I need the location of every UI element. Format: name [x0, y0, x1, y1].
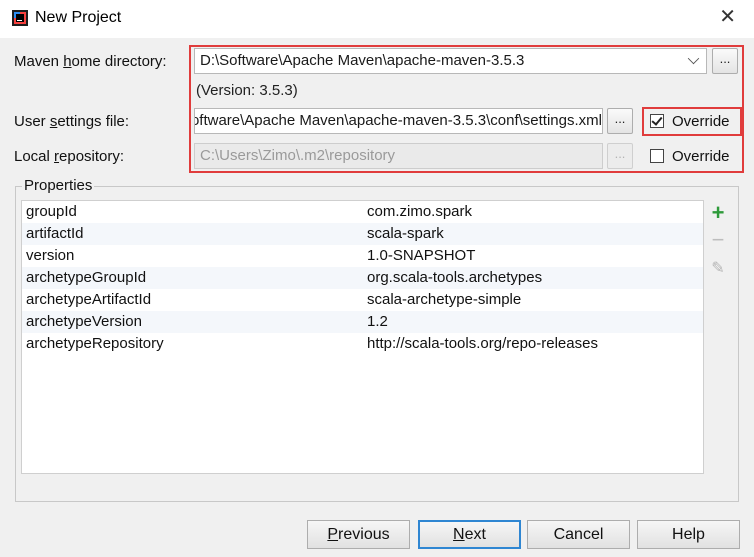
- local-repository-field: C:\Users\Zimo\.m2\repository: [194, 143, 603, 169]
- local-repository-browse-button: ...: [607, 143, 633, 169]
- property-value: org.scala-tools.archetypes: [367, 269, 543, 286]
- next-button[interactable]: Next: [418, 520, 521, 549]
- property-key: archetypeArtifactId: [26, 291, 152, 308]
- user-settings-field[interactable]: D:\Software\Apache Maven\apache-maven-3.…: [194, 108, 603, 134]
- settings-override-checkbox[interactable]: Override: [650, 110, 730, 132]
- property-value: 1.0-SNAPSHOT: [367, 247, 476, 264]
- remove-property-icon: −: [711, 227, 725, 252]
- previous-button[interactable]: Previous: [307, 520, 410, 549]
- edit-property-icon: ✎: [711, 260, 725, 277]
- table-row[interactable]: archetypeVersion 1.2: [22, 311, 703, 333]
- close-icon[interactable]: ✕: [719, 7, 736, 27]
- property-value: http://scala-tools.org/repo-releases: [367, 335, 598, 352]
- repository-override-checkbox[interactable]: Override: [650, 145, 730, 167]
- property-key: archetypeGroupId: [26, 269, 147, 286]
- repository-override-label: Override: [672, 147, 730, 165]
- table-row[interactable]: archetypeRepository http://scala-tools.o…: [22, 333, 703, 355]
- title-bar: New Project ✕: [0, 0, 754, 38]
- help-button[interactable]: Help: [637, 520, 740, 549]
- intellij-app-icon: [12, 10, 28, 26]
- chevron-down-icon[interactable]: [687, 52, 700, 65]
- property-value: 1.2: [367, 313, 388, 330]
- user-settings-value: D:\Software\Apache Maven\apache-maven-3.…: [194, 112, 602, 129]
- table-row[interactable]: groupId com.zimo.spark: [22, 201, 703, 223]
- property-key: archetypeVersion: [26, 313, 142, 330]
- properties-table: groupId com.zimo.spark artifactId scala-…: [21, 200, 704, 474]
- property-key: version: [26, 247, 75, 264]
- local-repository-value: C:\Users\Zimo\.m2\repository: [200, 147, 396, 164]
- property-key: archetypeRepository: [26, 335, 164, 352]
- property-value: scala-archetype-simple: [367, 291, 522, 308]
- property-key: groupId: [26, 203, 77, 220]
- checkbox-unchecked-icon[interactable]: [650, 149, 664, 163]
- add-property-icon[interactable]: +: [708, 202, 728, 224]
- table-row[interactable]: archetypeArtifactId scala-archetype-simp…: [22, 289, 703, 311]
- maven-version-text: (Version: 3.5.3): [196, 82, 298, 99]
- table-row[interactable]: version 1.0-SNAPSHOT: [22, 245, 703, 267]
- property-value: scala-spark: [367, 225, 444, 242]
- settings-override-label: Override: [672, 112, 730, 130]
- checkbox-checked-icon[interactable]: [650, 114, 664, 128]
- user-settings-browse-button[interactable]: ...: [607, 108, 633, 134]
- property-key: artifactId: [26, 225, 84, 242]
- maven-home-combobox[interactable]: D:\Software\Apache Maven\apache-maven-3.…: [194, 48, 707, 74]
- table-row[interactable]: artifactId scala-spark: [22, 223, 703, 245]
- window-title: New Project: [35, 9, 122, 26]
- maven-home-value: D:\Software\Apache Maven\apache-maven-3.…: [200, 52, 525, 69]
- maven-home-label: Maven home directory:: [14, 53, 167, 70]
- user-settings-label: User settings file:: [14, 113, 130, 130]
- local-repository-label: Local repository:: [14, 148, 125, 165]
- maven-home-browse-button[interactable]: ...: [712, 48, 738, 74]
- properties-title: Properties: [22, 177, 95, 194]
- cancel-button[interactable]: Cancel: [527, 520, 630, 549]
- table-row[interactable]: archetypeGroupId org.scala-tools.archety…: [22, 267, 703, 289]
- property-value: com.zimo.spark: [367, 203, 473, 220]
